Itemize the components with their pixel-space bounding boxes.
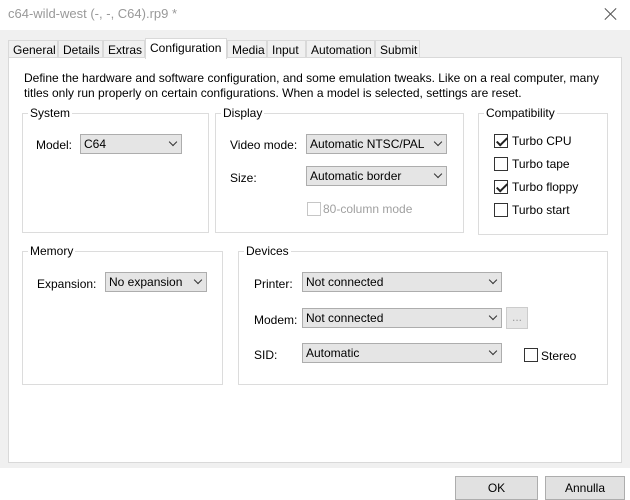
turbo-floppy-label: Turbo floppy — [512, 180, 579, 194]
memory-group: Memory Expansion: No expansion — [22, 244, 223, 385]
modem-label: Modem: — [254, 313, 298, 327]
turbo-tape-label: Turbo tape — [512, 157, 570, 171]
devices-group-title: Devices — [244, 244, 291, 258]
turbo-tape-checkbox[interactable] — [494, 157, 508, 171]
display-group: Display Video mode: Automatic NTSC/PAL S… — [215, 106, 464, 233]
chevron-down-icon — [488, 311, 498, 321]
turbo-cpu-checkbox[interactable] — [494, 134, 508, 148]
stereo-label: Stereo — [541, 349, 577, 363]
modem-browse-button[interactable]: ... — [506, 307, 528, 329]
devices-group: Devices Printer: Not connected Modem: No… — [238, 244, 608, 385]
compatibility-group: Compatibility Turbo CPU Turbo tape Turbo… — [478, 106, 608, 235]
modem-value: Not connected — [306, 311, 384, 325]
model-label: Model: — [36, 138, 73, 152]
cancel-button[interactable]: Annulla — [545, 476, 625, 500]
modem-select[interactable]: Not connected — [302, 308, 502, 328]
col80-label: 80-column mode — [323, 202, 413, 216]
video-mode-label: Video mode: — [230, 138, 298, 152]
turbo-cpu-label: Turbo CPU — [512, 134, 572, 148]
turbo-floppy-checkbox[interactable] — [494, 180, 508, 194]
video-mode-value: Automatic NTSC/PAL — [310, 137, 425, 151]
display-group-title: Display — [221, 106, 265, 120]
system-group: System Model: C64 — [22, 106, 209, 233]
tab-submit[interactable]: Submit — [375, 40, 420, 58]
chevron-down-icon — [168, 137, 178, 147]
configuration-description: Define the hardware and software configu… — [24, 71, 599, 100]
tab-automation[interactable]: Automation — [306, 40, 375, 58]
sid-select[interactable]: Automatic — [302, 343, 502, 363]
size-select[interactable]: Automatic border — [306, 166, 447, 186]
chevron-down-icon — [433, 137, 443, 147]
video-mode-select[interactable]: Automatic NTSC/PAL — [306, 134, 447, 154]
tab-media[interactable]: Media — [227, 40, 267, 58]
ok-button[interactable]: OK — [455, 476, 538, 500]
chevron-down-icon — [488, 275, 498, 285]
printer-label: Printer: — [254, 277, 293, 291]
window-title: c64-wild-west (-, -, C64).rp9 * — [8, 6, 178, 21]
tab-details[interactable]: Details — [58, 40, 103, 58]
model-select-value: C64 — [84, 137, 107, 151]
turbo-start-label: Turbo start — [512, 203, 570, 217]
expansion-label: Expansion: — [37, 277, 97, 291]
sid-value: Automatic — [306, 346, 360, 360]
stereo-checkbox[interactable] — [524, 348, 538, 362]
chevron-down-icon — [433, 169, 443, 179]
col80-checkbox[interactable] — [307, 202, 321, 216]
chevron-down-icon — [488, 346, 498, 356]
system-group-title: System — [28, 106, 73, 120]
size-value: Automatic border — [310, 169, 402, 183]
expansion-value: No expansion — [109, 275, 183, 289]
model-select[interactable]: C64 — [80, 134, 182, 154]
title-bar: c64-wild-west (-, -, C64).rp9 * — [0, 0, 630, 30]
chevron-down-icon — [193, 275, 203, 285]
tab-input[interactable]: Input — [267, 40, 306, 58]
tab-general[interactable]: General — [8, 40, 58, 58]
tab-configuration[interactable]: Configuration — [145, 38, 227, 59]
tab-strip: General Details Extras Configuration Med… — [8, 38, 622, 59]
close-icon[interactable] — [602, 5, 620, 23]
printer-value: Not connected — [306, 275, 384, 289]
sid-label: SID: — [254, 348, 278, 362]
turbo-start-checkbox[interactable] — [494, 203, 508, 217]
compatibility-group-title: Compatibility — [484, 106, 557, 120]
memory-group-title: Memory — [28, 244, 76, 258]
configuration-panel: Define the hardware and software configu… — [8, 57, 622, 463]
size-label: Size: — [230, 171, 257, 185]
expansion-select[interactable]: No expansion — [105, 272, 207, 292]
tab-extras[interactable]: Extras — [103, 40, 145, 58]
printer-select[interactable]: Not connected — [302, 272, 502, 292]
